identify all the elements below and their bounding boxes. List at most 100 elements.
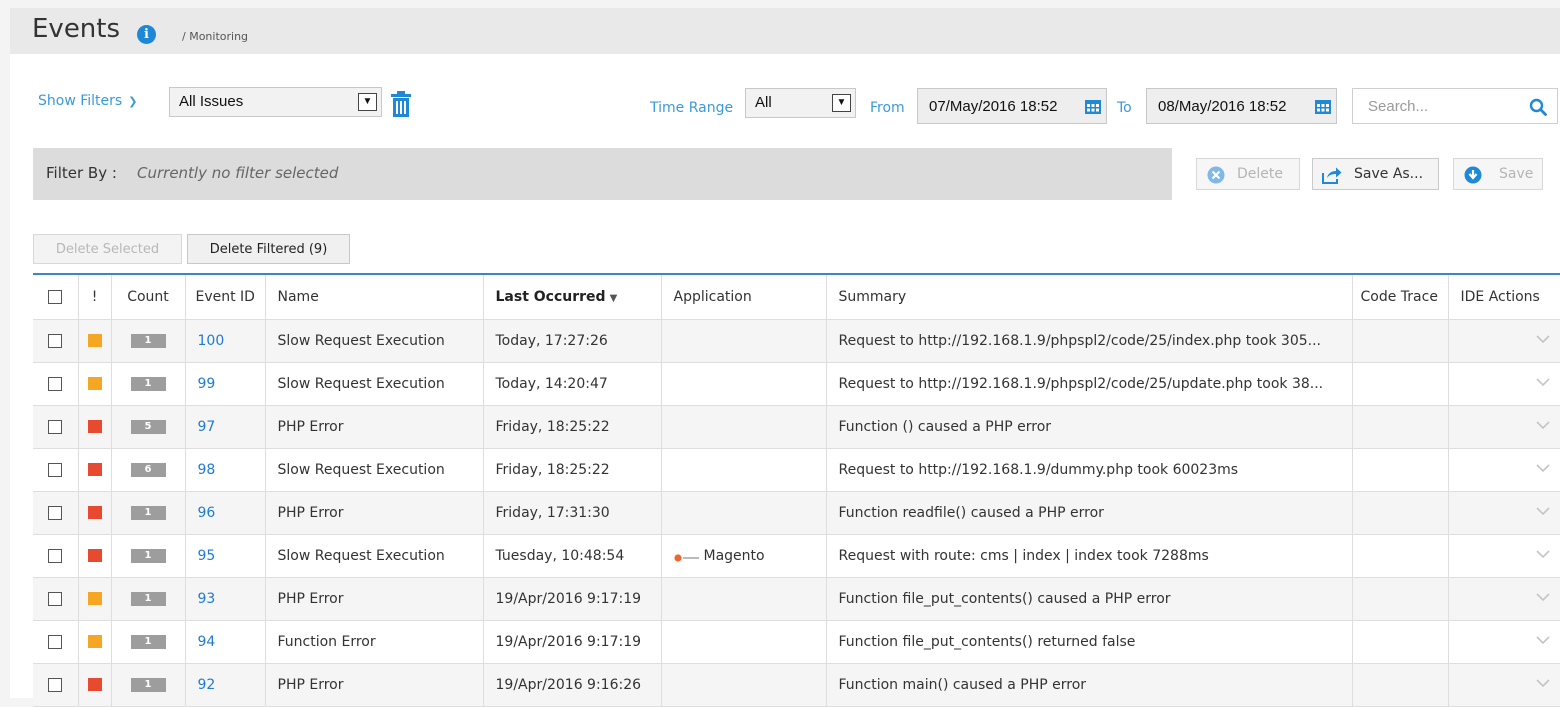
column-header-ide-actions[interactable]: IDE Actions	[1448, 275, 1560, 320]
chevron-down-icon[interactable]	[1534, 419, 1552, 431]
event-name-cell: Function Error	[265, 620, 484, 664]
table-row[interactable]: 1 99 Slow Request Execution Today, 14:20:47…	[33, 362, 1560, 406]
column-header-summary[interactable]: Summary	[826, 275, 1353, 320]
severity-indicator	[87, 334, 102, 347]
time-range-select[interactable]: All ▼	[745, 88, 856, 118]
ide-actions-cell[interactable]	[1448, 577, 1560, 621]
row-checkbox[interactable]	[48, 548, 63, 563]
event-id-link[interactable]: 95	[198, 548, 216, 564]
count-cell: 1	[111, 491, 186, 535]
row-checkbox[interactable]	[48, 376, 63, 391]
column-header-severity[interactable]: !	[78, 275, 112, 320]
row-checkbox-cell[interactable]	[33, 448, 79, 492]
severity-cell	[78, 362, 112, 406]
trash-icon[interactable]	[391, 91, 411, 117]
event-id-link[interactable]: 100	[198, 333, 225, 349]
ide-actions-cell[interactable]	[1448, 319, 1560, 363]
delete-filter-button[interactable]: Delete	[1196, 158, 1300, 190]
column-header-application[interactable]: Application	[661, 275, 827, 320]
chevron-down-icon[interactable]	[1534, 462, 1552, 474]
event-id-link[interactable]: 97	[198, 419, 216, 435]
table-row[interactable]: 1 94 Function Error 19/Apr/2016 9:17:19 Func…	[33, 620, 1560, 664]
event-name-cell: PHP Error	[265, 491, 484, 535]
delete-selected-button[interactable]: Delete Selected	[33, 234, 182, 264]
column-header-event-id[interactable]: Event ID	[185, 275, 266, 320]
column-header-code-trace[interactable]: Code Trace	[1352, 275, 1449, 320]
table-row[interactable]: 1 92 PHP Error 19/Apr/2016 9:16:26 Function …	[33, 663, 1560, 707]
severity-cell	[78, 620, 112, 664]
row-checkbox-cell[interactable]	[33, 362, 79, 406]
chevron-down-icon[interactable]	[1534, 591, 1552, 603]
row-checkbox-cell[interactable]	[33, 319, 79, 363]
select-all-checkbox-cell[interactable]	[33, 275, 79, 320]
column-header-name[interactable]: Name	[265, 275, 484, 320]
ide-actions-cell[interactable]	[1448, 362, 1560, 406]
title-bar: Events i / Monitoring	[10, 8, 1560, 54]
row-checkbox-cell[interactable]	[33, 405, 79, 449]
chevron-down-icon[interactable]	[1534, 333, 1552, 345]
search-input[interactable]	[1354, 90, 1524, 122]
code-trace-cell	[1352, 577, 1449, 621]
info-icon[interactable]: i	[137, 25, 156, 44]
row-checkbox[interactable]	[48, 333, 63, 348]
row-checkbox-cell[interactable]	[33, 534, 79, 578]
ide-actions-cell[interactable]	[1448, 534, 1560, 578]
last-occurred-cell: Friday, 18:25:22	[483, 448, 662, 492]
search-icon[interactable]	[1529, 98, 1547, 116]
breadcrumb[interactable]: / Monitoring	[182, 30, 248, 43]
count-cell: 1	[111, 534, 186, 578]
row-checkbox-cell[interactable]	[33, 577, 79, 621]
event-id-link[interactable]: 98	[198, 462, 216, 478]
event-id-link[interactable]: 96	[198, 505, 216, 521]
calendar-icon[interactable]	[1315, 99, 1331, 114]
event-name-cell: PHP Error	[265, 663, 484, 707]
save-as-button[interactable]: Save As...	[1312, 158, 1439, 190]
table-row[interactable]: 5 97 PHP Error Friday, 18:25:22 Function () …	[33, 405, 1560, 449]
ide-actions-cell[interactable]	[1448, 405, 1560, 449]
row-checkbox[interactable]	[48, 419, 63, 434]
delete-filtered-button[interactable]: Delete Filtered (9)	[187, 234, 350, 264]
row-checkbox[interactable]	[48, 505, 63, 520]
calendar-icon[interactable]	[1085, 99, 1101, 114]
row-checkbox[interactable]	[48, 462, 63, 477]
count-cell: 1	[111, 620, 186, 664]
count-badge: 5	[130, 419, 166, 434]
save-button[interactable]: Save	[1453, 158, 1543, 190]
chevron-down-icon[interactable]	[1534, 634, 1552, 646]
row-checkbox[interactable]	[48, 591, 63, 606]
code-trace-cell	[1352, 620, 1449, 664]
event-id-link[interactable]: 93	[198, 591, 216, 607]
count-badge: 1	[130, 376, 166, 391]
select-all-checkbox[interactable]	[48, 289, 63, 304]
chevron-down-icon[interactable]	[1534, 677, 1552, 689]
row-checkbox-cell[interactable]	[33, 663, 79, 707]
row-checkbox[interactable]	[48, 677, 63, 692]
ide-actions-cell[interactable]	[1448, 491, 1560, 535]
table-row[interactable]: 1 95 Slow Request Execution Tuesday, 10:48:…	[33, 534, 1560, 578]
from-date-field[interactable]: 07/May/2016 18:52	[917, 88, 1107, 124]
row-checkbox-cell[interactable]	[33, 491, 79, 535]
table-row[interactable]: 1 93 PHP Error 19/Apr/2016 9:17:19 Function …	[33, 577, 1560, 621]
ide-actions-cell[interactable]	[1448, 448, 1560, 492]
event-id-link[interactable]: 94	[198, 634, 216, 650]
chevron-down-icon[interactable]	[1534, 505, 1552, 517]
issues-select[interactable]: All Issues ▼	[169, 87, 382, 117]
row-checkbox[interactable]	[48, 634, 63, 649]
chevron-down-icon[interactable]	[1534, 376, 1552, 388]
to-label: To	[1117, 100, 1132, 116]
event-id-link[interactable]: 99	[198, 376, 216, 392]
column-header-count[interactable]: Count	[111, 275, 186, 320]
event-id-cell: 92	[185, 663, 266, 707]
chevron-down-icon[interactable]	[1534, 548, 1552, 560]
column-header-last-occurred[interactable]: Last Occurred ▼	[483, 275, 662, 320]
table-row[interactable]: 1 96 PHP Error Friday, 17:31:30 Function rea…	[33, 491, 1560, 535]
event-id-cell: 98	[185, 448, 266, 492]
show-filters-toggle[interactable]: Show Filters ❯	[38, 93, 137, 109]
ide-actions-cell[interactable]	[1448, 620, 1560, 664]
row-checkbox-cell[interactable]	[33, 620, 79, 664]
to-date-field[interactable]: 08/May/2016 18:52	[1146, 88, 1337, 124]
table-row[interactable]: 6 98 Slow Request Execution Friday, 18:25:2…	[33, 448, 1560, 492]
event-id-link[interactable]: 92	[198, 677, 216, 693]
ide-actions-cell[interactable]	[1448, 663, 1560, 707]
table-row[interactable]: 1 100 Slow Request Execution Today, 17:27:2…	[33, 319, 1560, 363]
